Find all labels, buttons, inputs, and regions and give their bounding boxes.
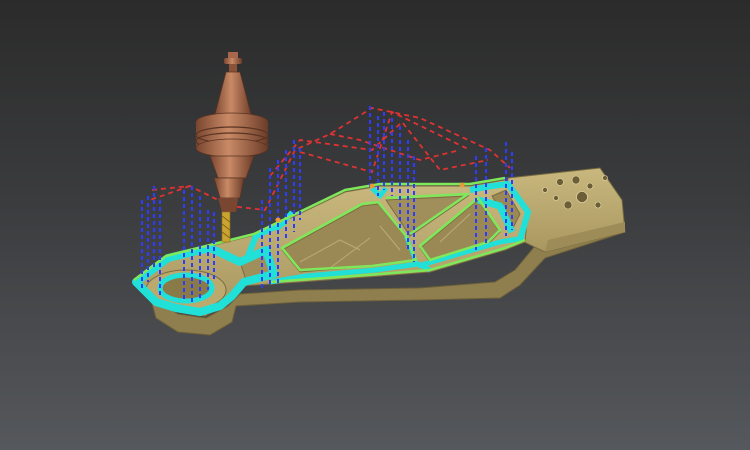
cutter-tool-icon[interactable] [195, 52, 269, 243]
cam-3d-viewport[interactable] [0, 0, 750, 450]
cam-scene [132, 52, 626, 336]
